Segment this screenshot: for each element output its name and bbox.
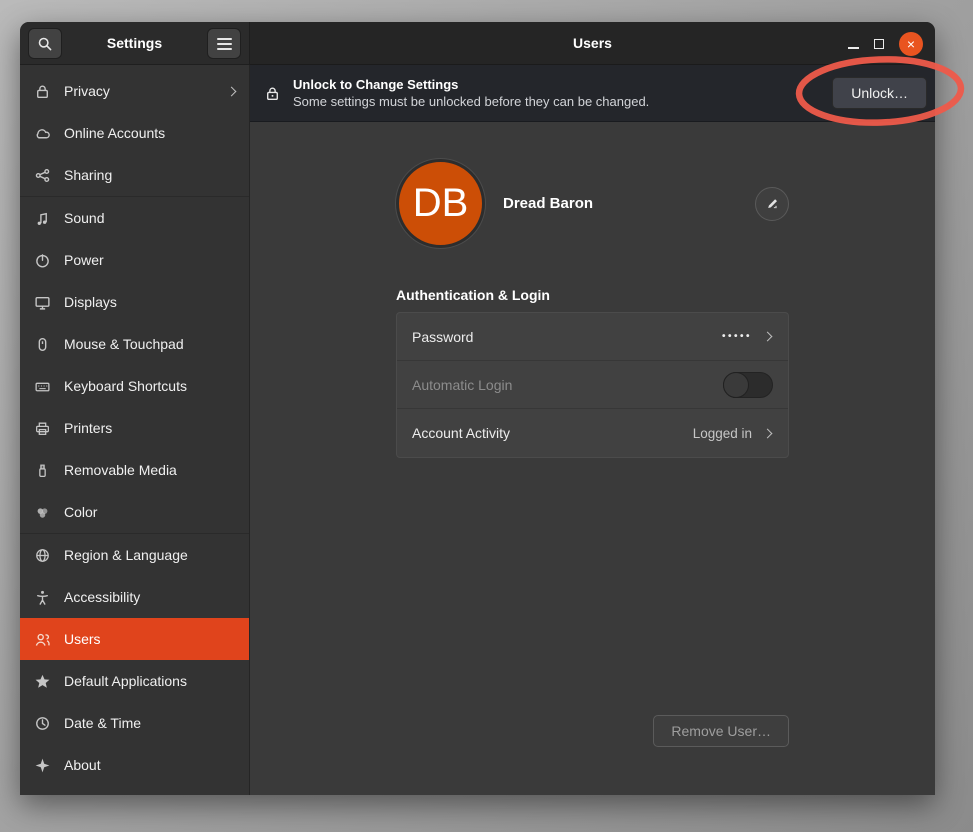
menu-button[interactable] [207,28,241,59]
sidebar-item-date-time[interactable]: Date & Time [20,702,249,744]
password-row[interactable]: Password ••••• [397,313,788,361]
sidebar-item-mouse-touchpad[interactable]: Mouse & Touchpad [20,323,249,365]
sidebar-item-label: Online Accounts [64,125,165,141]
sidebar-item-region-language[interactable]: Region & Language [20,534,249,576]
maximize-icon[interactable] [874,39,884,49]
auth-card: Password ••••• Automatic Login Account A… [396,312,789,458]
close-icon[interactable]: × [899,32,923,56]
sidebar-header: Settings [20,22,250,65]
settings-window: Settings Users × Privacy Online Acc [20,22,935,795]
power-icon [34,252,51,269]
sidebar-item-sound[interactable]: Sound [20,197,249,239]
printer-icon [34,420,51,437]
music-note-icon [34,210,51,227]
padlock-icon [264,85,281,102]
user-name: Dread Baron [503,195,593,212]
share-icon [34,167,51,184]
sidebar-item-label: Sharing [64,167,112,183]
minimize-icon[interactable] [848,47,859,49]
edit-name-button[interactable] [755,187,789,221]
chevron-right-icon [227,86,237,96]
avatar[interactable]: DB [396,159,485,248]
search-button[interactable] [28,28,62,59]
account-activity-row[interactable]: Account Activity Logged in [397,409,788,457]
sidebar-item-keyboard-shortcuts[interactable]: Keyboard Shortcuts [20,365,249,407]
sidebar-item-displays[interactable]: Displays [20,281,249,323]
pencil-icon [765,196,780,211]
row-label: Password [412,329,473,345]
sidebar-item-label: Region & Language [64,547,188,563]
sidebar-item-label: Power [64,252,104,268]
chevron-right-icon [763,332,773,342]
banner-text: Unlock to Change Settings Some settings … [293,77,649,109]
sidebar-item-label: Date & Time [64,715,141,731]
window-controls: × [848,22,923,65]
sidebar-item-default-applications[interactable]: Default Applications [20,660,249,702]
sidebar: Privacy Online Accounts Sharing Sound Po… [20,65,250,795]
settings-title: Settings [107,35,162,51]
users-page: DB Dread Baron Authentication & Login Pa… [250,122,935,795]
clock-icon [34,715,51,732]
accessibility-icon [34,589,51,606]
sidebar-item-label: Default Applications [64,673,187,689]
monitor-icon [34,294,51,311]
keyboard-icon [34,378,51,395]
unlock-button[interactable]: Unlock… [832,77,927,109]
banner-title: Unlock to Change Settings [293,77,649,92]
color-circles-icon [34,504,51,521]
sidebar-item-label: About [64,757,101,773]
auth-section-title: Authentication & Login [396,287,789,303]
cloud-icon [34,125,51,142]
users-icon [34,631,51,648]
sidebar-item-label: Displays [64,294,117,310]
sidebar-item-privacy[interactable]: Privacy [20,70,249,112]
password-dots: ••••• [722,331,752,342]
sidebar-item-label: Users [64,631,101,647]
chevron-right-icon [763,428,773,438]
sidebar-item-users[interactable]: Users [20,618,249,660]
sidebar-item-label: Accessibility [64,589,140,605]
banner-subtitle: Some settings must be unlocked before th… [293,94,649,109]
mouse-icon [34,336,51,353]
titlebar: Settings Users × [20,22,935,65]
sidebar-item-label: Removable Media [64,462,177,478]
account-activity-value: Logged in [693,426,752,441]
sidebar-item-label: Printers [64,420,112,436]
sparkle-icon [34,757,51,774]
row-label: Account Activity [412,425,510,441]
content-header: Users × [250,22,935,65]
page-title: Users [573,35,612,51]
search-icon [37,36,53,52]
row-label: Automatic Login [412,377,512,393]
menu-icon [217,38,232,50]
avatar-initials: DB [413,181,469,226]
sidebar-item-printers[interactable]: Printers [20,407,249,449]
sidebar-item-power[interactable]: Power [20,239,249,281]
star-icon [34,673,51,690]
sidebar-item-sharing[interactable]: Sharing [20,154,249,196]
sidebar-item-label: Privacy [64,83,110,99]
sidebar-item-removable-media[interactable]: Removable Media [20,449,249,491]
user-header: DB Dread Baron [396,159,789,248]
sidebar-item-label: Keyboard Shortcuts [64,378,187,394]
sidebar-item-label: Sound [64,210,104,226]
automatic-login-toggle[interactable] [723,372,773,398]
unlock-banner: Unlock to Change Settings Some settings … [250,65,935,122]
sidebar-item-accessibility[interactable]: Accessibility [20,576,249,618]
sidebar-item-online-accounts[interactable]: Online Accounts [20,112,249,154]
remove-user-button[interactable]: Remove User… [653,715,789,747]
automatic-login-row: Automatic Login [397,361,788,409]
globe-icon [34,547,51,564]
lock-icon [34,83,51,100]
sidebar-item-label: Color [64,504,97,520]
sidebar-item-label: Mouse & Touchpad [64,336,184,352]
usb-drive-icon [34,462,51,479]
sidebar-item-about[interactable]: About [20,744,249,786]
toggle-knob [723,372,749,398]
main-pane: Unlock to Change Settings Some settings … [250,65,935,795]
sidebar-item-color[interactable]: Color [20,491,249,533]
